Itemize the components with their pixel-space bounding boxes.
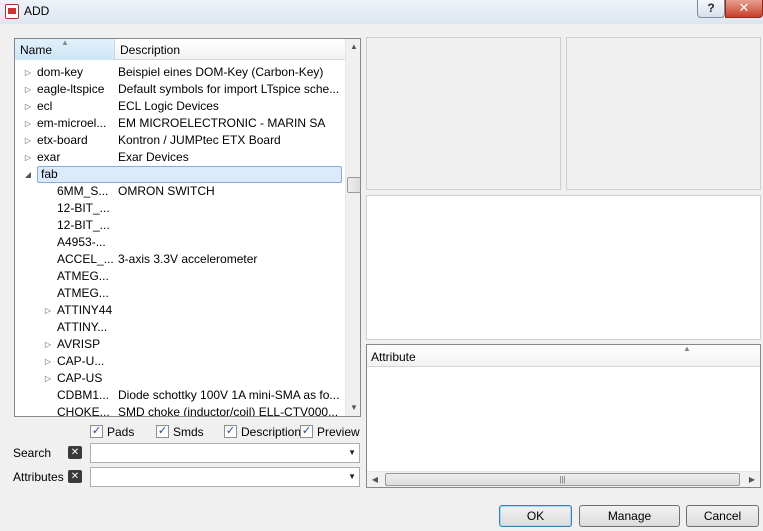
- triangle-right-icon[interactable]: ▷: [43, 353, 53, 370]
- tree-vertical-scrollbar[interactable]: ▲ ▼: [345, 39, 360, 416]
- tree-row-name: 12-BIT_...: [57, 218, 110, 232]
- scroll-up-icon[interactable]: ▲: [346, 39, 360, 55]
- tree-row-description: EM MICROELECTRONIC - MARIN SA: [118, 116, 326, 130]
- tree-row-name: 12-BIT_...: [57, 201, 110, 215]
- triangle-right-icon[interactable]: ▷: [23, 115, 33, 132]
- tree-row-name: CAP-US: [57, 371, 103, 385]
- tree-row-description: SMD choke (inductor/coil) ELL-CTV000...: [118, 405, 339, 417]
- scroll-down-icon[interactable]: ▼: [346, 400, 360, 416]
- tree-row-description: Beispiel eines DOM-Key (Carbon-Key): [118, 65, 324, 79]
- window-title: ADD: [24, 4, 50, 18]
- tree-row[interactable]: 12-BIT_...: [15, 217, 345, 234]
- tree-row[interactable]: ATTINY...: [15, 319, 345, 336]
- pads-checkbox[interactable]: ✓: [90, 425, 103, 438]
- tree-row-name: eagle-ltspice: [37, 82, 105, 96]
- tree-row-name: AVRISP: [57, 337, 101, 351]
- tree-row-description: 3-axis 3.3V accelerometer: [118, 252, 258, 266]
- triangle-down-icon[interactable]: ◢: [23, 166, 33, 183]
- tree-row-name: fab: [37, 166, 342, 183]
- library-tree[interactable]: ▲ Name Description ▷ dom-key Beispiel eine…: [14, 38, 361, 417]
- preview-checkbox[interactable]: ✓: [300, 425, 313, 438]
- tree-row-name: A4953-...: [57, 235, 106, 249]
- column-header-description[interactable]: Description: [116, 39, 345, 60]
- tree-row[interactable]: 6MM_S... OMRON SWITCH: [15, 183, 345, 200]
- tree-row[interactable]: ▷ AVRISP: [15, 336, 345, 353]
- triangle-right-icon[interactable]: ▷: [23, 149, 33, 166]
- attribute-column-header[interactable]: ▲ Attribute: [367, 344, 760, 367]
- triangle-right-icon[interactable]: ▷: [43, 370, 53, 387]
- tree-header: ▲ Name Description: [15, 39, 345, 60]
- tree-row[interactable]: 12-BIT_...: [15, 200, 345, 217]
- triangle-right-icon[interactable]: ▷: [23, 98, 33, 115]
- tree-row[interactable]: ▷ ecl ECL Logic Devices: [15, 98, 345, 115]
- tree-row[interactable]: ATMEG...: [15, 285, 345, 302]
- sort-ascending-icon: ▲: [683, 344, 691, 353]
- description-panel: [366, 195, 761, 340]
- tree-row[interactable]: ◢ fab: [15, 166, 345, 183]
- tree-row[interactable]: ▷ CAP-US: [15, 370, 345, 387]
- attributes-label: Attributes: [13, 470, 64, 484]
- package-preview: [566, 37, 761, 190]
- tree-row-name: ecl: [37, 99, 53, 113]
- tree-row-name: etx-board: [37, 133, 88, 147]
- tree-row[interactable]: ▷ ATTINY44: [15, 302, 345, 319]
- tree-row-description: Default symbols for import LTspice sche.…: [118, 82, 340, 96]
- scroll-right-icon[interactable]: ▶: [744, 472, 760, 488]
- scroll-thumb[interactable]: [347, 177, 360, 193]
- search-label: Search: [13, 446, 52, 460]
- tree-row[interactable]: CHOKE... SMD choke (inductor/coil) ELL-CT…: [15, 404, 345, 417]
- smds-checkbox[interactable]: ✓: [156, 425, 169, 438]
- tree-row[interactable]: ACCEL_... 3-axis 3.3V accelerometer: [15, 251, 345, 268]
- attribute-table[interactable]: ▲ Attribute ◀ ||| ▶: [366, 344, 761, 488]
- tree-row[interactable]: ▷ exar Exar Devices: [15, 149, 345, 166]
- tree-row[interactable]: A4953-...: [15, 234, 345, 251]
- clear-search-icon[interactable]: ✕: [68, 446, 82, 459]
- title-bar: ADD ? ✕: [0, 0, 763, 24]
- manage-libraries-button[interactable]: Manage Libraries...: [579, 505, 680, 531]
- clear-attributes-icon[interactable]: ✕: [68, 470, 82, 483]
- symbol-preview: [366, 37, 561, 190]
- search-dropdown-icon[interactable]: ▼: [348, 448, 356, 457]
- tree-row[interactable]: CDBM1... Diode schottky 100V 1A mini-SMA …: [15, 387, 345, 404]
- triangle-right-icon[interactable]: ▷: [43, 302, 53, 319]
- cancel-button[interactable]: Cancel: [686, 505, 759, 527]
- attributes-input[interactable]: ▼: [90, 467, 360, 487]
- triangle-right-icon[interactable]: ▷: [23, 64, 33, 81]
- tree-row[interactable]: ▷ dom-key Beispiel eines DOM-Key (Carbon-K…: [15, 64, 345, 81]
- tree-row-name: ATTINY44: [57, 303, 113, 317]
- scroll-left-icon[interactable]: ◀: [367, 472, 383, 488]
- tree-row-description: Kontron / JUMPtec ETX Board: [118, 133, 281, 147]
- triangle-right-icon[interactable]: ▷: [23, 132, 33, 149]
- triangle-right-icon[interactable]: ▷: [43, 336, 53, 353]
- attributes-dropdown-icon[interactable]: ▼: [348, 472, 356, 481]
- tree-row-description: Exar Devices: [118, 150, 189, 164]
- tree-row-name: ATMEG...: [57, 269, 109, 283]
- tree-row-name: dom-key: [37, 65, 84, 79]
- tree-row-name: ATMEG...: [57, 286, 109, 300]
- tree-row-description: ECL Logic Devices: [118, 99, 219, 113]
- help-button[interactable]: ?: [697, 0, 725, 18]
- column-header-name[interactable]: ▲ Name: [15, 39, 115, 60]
- tree-row[interactable]: ▷ em-microel... EM MICROELECTRONIC - MARIN…: [15, 115, 345, 132]
- sort-ascending-icon: ▲: [61, 38, 69, 47]
- tree-row[interactable]: ATMEG...: [15, 268, 345, 285]
- tree-row-description: Diode schottky 100V 1A mini-SMA as fo...: [118, 388, 340, 402]
- triangle-right-icon[interactable]: ▷: [23, 81, 33, 98]
- description-checkbox[interactable]: ✓: [224, 425, 237, 438]
- tree-row[interactable]: ▷ CAP-U...: [15, 353, 345, 370]
- attribute-horizontal-scrollbar[interactable]: ◀ ||| ▶: [367, 471, 760, 487]
- ok-button[interactable]: OK: [499, 505, 572, 527]
- tree-row[interactable]: ▷ eagle-ltspice Default symbols for import…: [15, 81, 345, 98]
- tree-row-name: em-microel...: [37, 116, 107, 130]
- close-button[interactable]: ✕: [725, 0, 763, 18]
- tree-row-description: OMRON SWITCH: [118, 184, 215, 198]
- tree-row-name: ATTINY...: [57, 320, 108, 334]
- tree-row-name: exar: [37, 150, 61, 164]
- search-input[interactable]: ▼: [90, 443, 360, 463]
- scroll-thumb[interactable]: |||: [385, 473, 740, 486]
- tree-row-name: CAP-U...: [57, 354, 105, 368]
- tree-row[interactable]: ▷ etx-board Kontron / JUMPtec ETX Board: [15, 132, 345, 149]
- app-icon: [5, 4, 19, 19]
